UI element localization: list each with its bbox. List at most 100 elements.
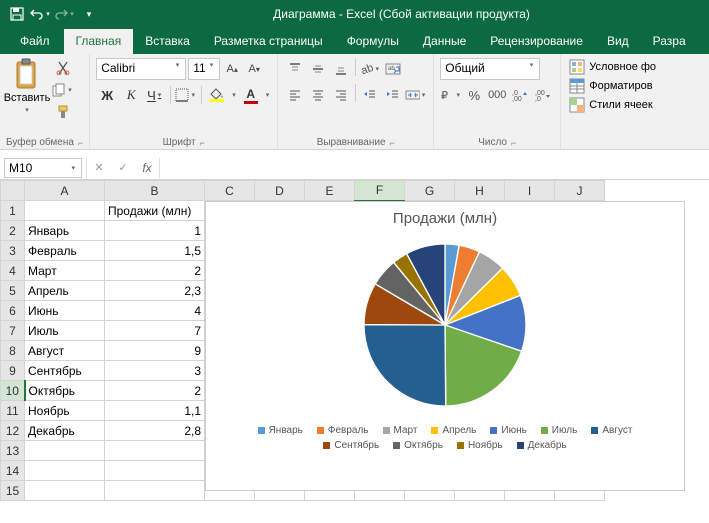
decrease-font-icon[interactable]: A▾ bbox=[244, 58, 264, 80]
name-box[interactable]: M10▾ bbox=[4, 158, 82, 178]
row-header[interactable]: 15 bbox=[1, 481, 25, 501]
ribbon-tab[interactable]: Разра bbox=[641, 29, 698, 54]
align-middle-icon[interactable] bbox=[307, 58, 329, 80]
ribbon-tab[interactable]: Главная bbox=[64, 29, 134, 54]
cell[interactable] bbox=[105, 461, 205, 481]
decrease-indent-icon[interactable] bbox=[359, 84, 381, 106]
ribbon-tab[interactable]: Вставка bbox=[133, 29, 202, 54]
align-top-icon[interactable] bbox=[284, 58, 306, 80]
worksheet-grid[interactable]: ABCDEFGHIJ1Продажи (млн)2Январь13Февраль… bbox=[0, 180, 709, 523]
ribbon-tab[interactable]: Разметка страницы bbox=[202, 29, 335, 54]
cell[interactable]: 7 bbox=[105, 321, 205, 341]
row-header[interactable]: 12 bbox=[1, 421, 25, 441]
ribbon-tab[interactable]: Данные bbox=[411, 29, 478, 54]
paste-button[interactable]: Вставить ▾ bbox=[6, 58, 48, 135]
qat-customize-icon[interactable]: ▾ bbox=[78, 3, 100, 25]
row-header[interactable]: 3 bbox=[1, 241, 25, 261]
cell[interactable]: 2,8 bbox=[105, 421, 205, 441]
number-format-select[interactable]: Общий▾ bbox=[440, 58, 540, 80]
borders-icon[interactable]: ▾ bbox=[175, 84, 197, 106]
cell[interactable] bbox=[25, 481, 105, 501]
column-header[interactable]: H bbox=[455, 181, 505, 201]
percent-icon[interactable]: % bbox=[463, 84, 485, 106]
cell[interactable]: Март bbox=[25, 261, 105, 281]
align-right-icon[interactable] bbox=[330, 84, 352, 106]
save-icon[interactable] bbox=[6, 3, 28, 25]
ribbon-tab[interactable]: Вид bbox=[595, 29, 641, 54]
ribbon-tab[interactable]: Формулы bbox=[335, 29, 411, 54]
undo-icon[interactable]: ▾ bbox=[30, 3, 52, 25]
cell[interactable]: Август bbox=[25, 341, 105, 361]
conditional-formatting-button[interactable]: Условное фо bbox=[567, 58, 658, 76]
underline-button[interactable]: Ч▾ bbox=[144, 84, 166, 106]
column-header[interactable]: F bbox=[355, 181, 405, 201]
row-header[interactable]: 7 bbox=[1, 321, 25, 341]
insert-function-icon[interactable]: fx bbox=[135, 158, 159, 178]
embedded-chart[interactable]: Продажи (млн) ЯнварьФевральМартАпрельИюн… bbox=[205, 201, 685, 491]
cell[interactable]: Январь bbox=[25, 221, 105, 241]
dialog-launcher-icon[interactable]: ⌐ bbox=[511, 138, 516, 148]
accounting-icon[interactable]: ₽▾ bbox=[440, 84, 462, 106]
cell[interactable] bbox=[105, 441, 205, 461]
row-header[interactable]: 2 bbox=[1, 221, 25, 241]
redo-icon[interactable]: ▾ bbox=[54, 3, 76, 25]
font-name-select[interactable]: Calibri▾ bbox=[96, 58, 186, 80]
row-header[interactable]: 13 bbox=[1, 441, 25, 461]
increase-font-icon[interactable]: A▴ bbox=[222, 58, 242, 80]
column-header[interactable]: G bbox=[405, 181, 455, 201]
column-header[interactable]: I bbox=[505, 181, 555, 201]
cell[interactable]: 4 bbox=[105, 301, 205, 321]
dialog-launcher-icon[interactable]: ⌐ bbox=[200, 138, 205, 148]
cell[interactable]: 2 bbox=[105, 261, 205, 281]
ribbon-tab[interactable]: Рецензирование bbox=[478, 29, 595, 54]
align-bottom-icon[interactable] bbox=[330, 58, 352, 80]
cell[interactable]: Ноябрь bbox=[25, 401, 105, 421]
cell-styles-button[interactable]: Стили ячеек bbox=[567, 96, 658, 114]
align-left-icon[interactable] bbox=[284, 84, 306, 106]
row-header[interactable]: 6 bbox=[1, 301, 25, 321]
wrap-text-icon[interactable]: ab bbox=[382, 58, 404, 80]
italic-button[interactable]: К bbox=[120, 84, 142, 106]
cell[interactable]: 3 bbox=[105, 361, 205, 381]
column-header[interactable]: E bbox=[305, 181, 355, 201]
column-header[interactable]: B bbox=[105, 181, 205, 201]
enter-icon[interactable]: ✓ bbox=[111, 158, 135, 178]
column-header[interactable]: A bbox=[25, 181, 105, 201]
row-header[interactable]: 10 bbox=[1, 381, 25, 401]
row-header[interactable]: 9 bbox=[1, 361, 25, 381]
cell[interactable] bbox=[105, 481, 205, 501]
dialog-launcher-icon[interactable]: ⌐ bbox=[390, 138, 395, 148]
increase-decimal-icon[interactable]: ,0,00 bbox=[509, 84, 531, 106]
cell[interactable]: 2 bbox=[105, 381, 205, 401]
increase-indent-icon[interactable] bbox=[382, 84, 404, 106]
merge-icon[interactable]: ▾ bbox=[405, 84, 427, 106]
font-size-select[interactable]: 11▾ bbox=[188, 58, 220, 80]
copy-icon[interactable]: ▾ bbox=[52, 80, 74, 100]
cell[interactable]: 9 bbox=[105, 341, 205, 361]
cell[interactable] bbox=[25, 201, 105, 221]
cell[interactable]: Июнь bbox=[25, 301, 105, 321]
cell[interactable] bbox=[25, 441, 105, 461]
file-tab[interactable]: Файл bbox=[6, 30, 64, 54]
cell[interactable]: 1,1 bbox=[105, 401, 205, 421]
cancel-icon[interactable]: ✕ bbox=[87, 158, 111, 178]
row-header[interactable]: 4 bbox=[1, 261, 25, 281]
row-header[interactable]: 1 bbox=[1, 201, 25, 221]
cell[interactable]: Продажи (млн) bbox=[105, 201, 205, 221]
row-header[interactable]: 14 bbox=[1, 461, 25, 481]
fill-color-icon[interactable] bbox=[206, 84, 228, 106]
row-header[interactable]: 5 bbox=[1, 281, 25, 301]
align-center-icon[interactable] bbox=[307, 84, 329, 106]
row-header[interactable]: 8 bbox=[1, 341, 25, 361]
dialog-launcher-icon[interactable]: ⌐ bbox=[78, 138, 83, 148]
cell[interactable]: Сентябрь bbox=[25, 361, 105, 381]
column-header[interactable]: D bbox=[255, 181, 305, 201]
format-painter-icon[interactable] bbox=[52, 102, 74, 122]
cell[interactable]: 1,5 bbox=[105, 241, 205, 261]
cell[interactable]: 2,3 bbox=[105, 281, 205, 301]
cell[interactable]: Апрель bbox=[25, 281, 105, 301]
cell[interactable]: Февраль bbox=[25, 241, 105, 261]
font-color-icon[interactable]: A bbox=[240, 84, 262, 106]
cell[interactable]: 1 bbox=[105, 221, 205, 241]
cell[interactable]: Декабрь bbox=[25, 421, 105, 441]
